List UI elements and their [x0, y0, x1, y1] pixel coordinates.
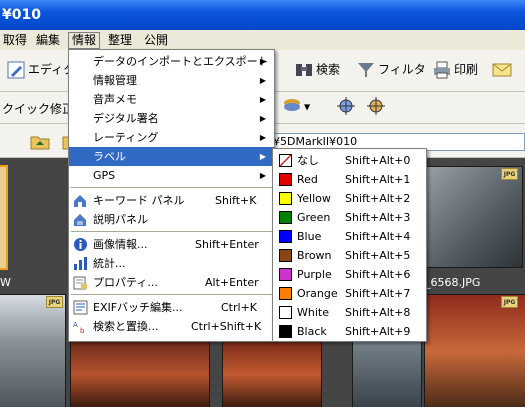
envelope-icon: [492, 63, 512, 77]
yellow-swatch-icon: [279, 192, 292, 205]
menu-item-label[interactable]: ラベル ▶: [69, 147, 274, 166]
crosshair-icon: [337, 97, 355, 115]
jpg-badge: JPG: [501, 296, 518, 308]
info-icon: [74, 238, 87, 251]
info-menu: データのインポートとエクスポート ▶ 情報管理 ▶ 音声メモ ▶ デジタル署名 ▶ レー…: [68, 49, 275, 342]
no-label-icon: [279, 154, 292, 167]
layers-button[interactable]: ▼: [282, 96, 310, 116]
green-swatch-icon: [279, 211, 292, 224]
zoom-in-button[interactable]: [336, 96, 358, 116]
thumbnail[interactable]: [424, 294, 525, 407]
label-item-green[interactable]: Green Shift+Alt+3: [273, 208, 426, 227]
menu-item-find-replace[interactable]: Ab 検索と置換... Ctrl+Shift+K: [69, 317, 274, 336]
zoom-out-button[interactable]: [366, 96, 388, 116]
svg-text:A: A: [73, 321, 78, 329]
white-swatch-icon: [279, 306, 292, 319]
jpg-badge: JPG: [501, 168, 518, 180]
black-swatch-icon: [279, 325, 292, 338]
menu-publish[interactable]: 公開: [141, 32, 171, 49]
submenu-arrow-icon: ▶: [259, 95, 266, 104]
menu-separator: [71, 187, 272, 188]
printer-icon: [434, 61, 450, 79]
mail-button[interactable]: [492, 60, 514, 80]
submenu-arrow-icon: ▶: [259, 76, 266, 85]
menu-separator: [71, 231, 272, 232]
bar-chart-icon: [74, 257, 87, 270]
menu-item-image-info[interactable]: 画像情報... Shift+Enter: [69, 235, 274, 254]
binoculars-icon: [296, 64, 312, 76]
menu-item-description-panel[interactable]: 説明パネル: [69, 210, 274, 229]
menu-info[interactable]: 情報: [68, 32, 101, 49]
thumbnail[interactable]: [70, 340, 210, 407]
label-item-none[interactable]: なし Shift+Alt+0: [273, 151, 426, 170]
menu-item-gps[interactable]: GPS ▶: [69, 166, 274, 185]
menu-item-info-management[interactable]: 情報管理 ▶: [69, 71, 274, 90]
quick-fix-label: クイック修正: [2, 102, 75, 116]
print-button[interactable]: 印刷: [432, 60, 478, 80]
search-label: 検索: [316, 62, 341, 77]
submenu-arrow-icon: ▶: [259, 152, 266, 161]
menu-item-digital-signature[interactable]: デジタル署名 ▶: [69, 109, 274, 128]
label-item-red[interactable]: Red Shift+Alt+1: [273, 170, 426, 189]
jpg-badge: JPG: [46, 296, 63, 308]
svg-text:b: b: [80, 327, 85, 334]
menu-bar: 取得 編集 情報 整理 公開: [0, 30, 525, 50]
red-swatch-icon: [279, 173, 292, 186]
submenu-arrow-icon: ▶: [259, 114, 266, 123]
menu-item-rating[interactable]: レーティング ▶: [69, 128, 274, 147]
thumbnail[interactable]: [0, 165, 8, 270]
purple-swatch-icon: [279, 268, 292, 281]
keyword-panel-icon: [74, 195, 86, 207]
thumbnail[interactable]: [222, 340, 322, 407]
properties-icon: [73, 276, 87, 290]
menu-item-properties[interactable]: プロパティ... Alt+Enter: [69, 273, 274, 292]
thumbnail-caption: _6568.JPG: [425, 276, 481, 289]
menu-item-statistics[interactable]: 統計...: [69, 254, 274, 273]
label-item-purple[interactable]: Purple Shift+Alt+6: [273, 265, 426, 284]
search-button[interactable]: 検索: [294, 60, 340, 80]
menu-organize[interactable]: 整理: [105, 32, 135, 49]
blue-swatch-icon: [279, 230, 292, 243]
window-title: ¥010: [2, 7, 41, 23]
menu-item-import-export[interactable]: データのインポートとエクスポート ▶: [69, 52, 274, 71]
quick-fix-button[interactable]: クイック修正: [2, 100, 74, 117]
thumbnail[interactable]: [421, 166, 523, 268]
thumbnail[interactable]: [0, 294, 66, 407]
folder-up-icon: [30, 136, 50, 150]
filter-label: フィルタ: [378, 62, 426, 77]
menu-item-exif-batch-edit[interactable]: EXIFバッチ編集... Ctrl+K: [69, 298, 274, 317]
submenu-arrow-icon: ▶: [259, 133, 266, 142]
label-item-yellow[interactable]: Yellow Shift+Alt+2: [273, 189, 426, 208]
submenu-arrow-icon: ▶: [259, 57, 266, 66]
label-item-black[interactable]: Black Shift+Alt+9: [273, 322, 426, 341]
label-item-orange[interactable]: Orange Shift+Alt+7: [273, 284, 426, 303]
menu-item-keyword-panel[interactable]: キーワード パネル Shift+K: [69, 191, 274, 210]
exif-edit-icon: [73, 300, 88, 315]
label-item-white[interactable]: White Shift+Alt+8: [273, 303, 426, 322]
thumbnail-caption: W: [0, 276, 11, 289]
editor-button[interactable]: エディタ: [6, 60, 75, 80]
description-panel-icon: [74, 214, 86, 226]
menu-item-voice-memo[interactable]: 音声メモ ▶: [69, 90, 274, 109]
funnel-icon: [358, 63, 374, 77]
pencil-icon: [7, 61, 25, 79]
folder-up-button[interactable]: [30, 132, 52, 152]
label-submenu: なし Shift+Alt+0 Red Shift+Alt+1 Yellow Shift…: [272, 148, 427, 342]
label-item-brown[interactable]: Brown Shift+Alt+5: [273, 246, 426, 265]
brown-swatch-icon: [279, 249, 292, 262]
title-bar: ¥010: [0, 0, 525, 30]
submenu-arrow-icon: ▶: [259, 171, 266, 180]
layers-icon: [284, 99, 300, 111]
crosshair-icon: [367, 97, 385, 115]
menu-separator: [71, 294, 272, 295]
find-replace-icon: Ab: [73, 321, 85, 334]
print-label: 印刷: [454, 62, 479, 77]
menu-acquire[interactable]: 取得: [0, 32, 30, 49]
filter-button[interactable]: フィルタ: [356, 60, 426, 80]
label-item-blue[interactable]: Blue Shift+Alt+4: [273, 227, 426, 246]
orange-swatch-icon: [279, 287, 292, 300]
menu-edit[interactable]: 編集: [33, 32, 63, 49]
